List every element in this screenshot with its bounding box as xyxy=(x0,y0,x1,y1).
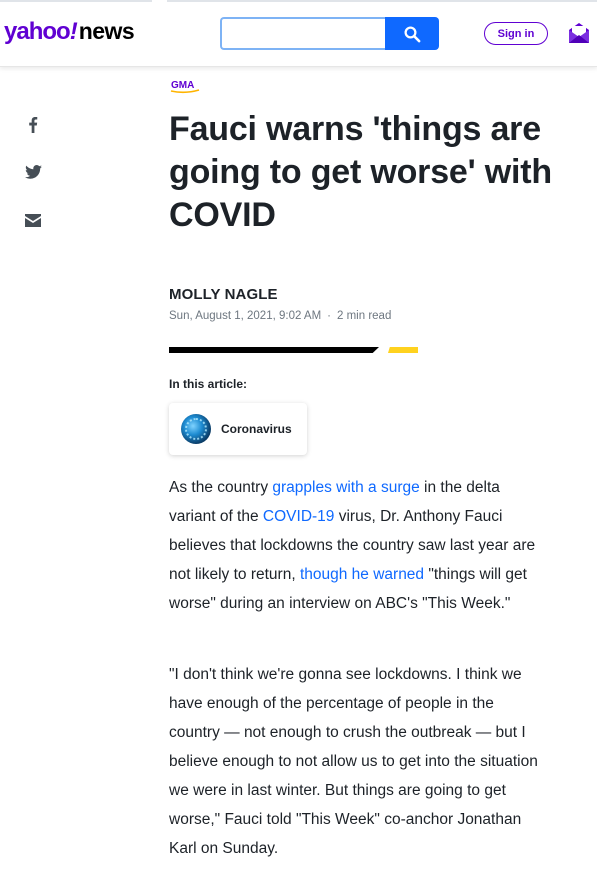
site-header: yahoo! news Sign in xyxy=(0,0,597,67)
link-covid-19[interactable]: COVID-19 xyxy=(263,508,335,525)
search-button[interactable] xyxy=(385,17,439,50)
facebook-icon xyxy=(29,116,38,133)
topic-card-coronavirus[interactable]: Coronavirus xyxy=(169,403,307,455)
in-this-article-label: In this article: xyxy=(169,377,248,391)
coronavirus-icon xyxy=(181,414,211,444)
divider-accent xyxy=(388,347,418,353)
yahoo-news-logo[interactable]: yahoo! news xyxy=(4,18,135,50)
article-paragraph-quote: "I don't think we're gonna see lockdowns… xyxy=(169,666,538,857)
article-paragraph: As the country grapples with a surge in … xyxy=(169,473,541,618)
share-facebook-button[interactable] xyxy=(20,111,46,137)
logo-yahoo-text: yahoo xyxy=(4,18,71,45)
article-title: Fauci warns 'things are going to get wor… xyxy=(169,110,552,234)
search-input[interactable] xyxy=(220,17,385,50)
top-divider xyxy=(167,0,597,2)
search-icon xyxy=(404,26,421,42)
share-twitter-button[interactable] xyxy=(20,159,46,185)
top-divider xyxy=(0,0,152,2)
paragraph-text: As the country xyxy=(169,479,273,496)
author-name[interactable]: MOLLY NAGLE xyxy=(169,286,278,303)
article-meta: Sun, August 1, 2021, 9:02 AM · 2 min rea… xyxy=(169,310,391,322)
publish-date: Sun, August 1, 2021, 9:02 AM xyxy=(169,310,322,322)
twitter-icon xyxy=(24,165,42,179)
mail-icon xyxy=(569,23,589,43)
sign-in-button[interactable]: Sign in xyxy=(484,22,548,45)
read-time: 2 min read xyxy=(337,310,392,322)
mail-button[interactable] xyxy=(567,21,591,45)
gma-logo-text: GMA xyxy=(171,80,194,91)
link-grapples-with-surge[interactable]: grapples with a surge xyxy=(272,479,419,496)
link-though-he-warned[interactable]: though he warned xyxy=(300,566,424,583)
share-email-button[interactable] xyxy=(20,207,46,233)
meta-separator: · xyxy=(327,310,332,322)
email-icon xyxy=(25,213,41,227)
source-badge[interactable]: GMA xyxy=(170,78,200,94)
search-bar xyxy=(220,17,439,50)
topic-name: Coronavirus xyxy=(221,422,292,436)
logo-bang-text: ! xyxy=(69,18,78,45)
logo-news-text: news xyxy=(78,18,135,44)
divider-bar xyxy=(169,347,379,353)
gma-logo: GMA xyxy=(170,80,200,94)
